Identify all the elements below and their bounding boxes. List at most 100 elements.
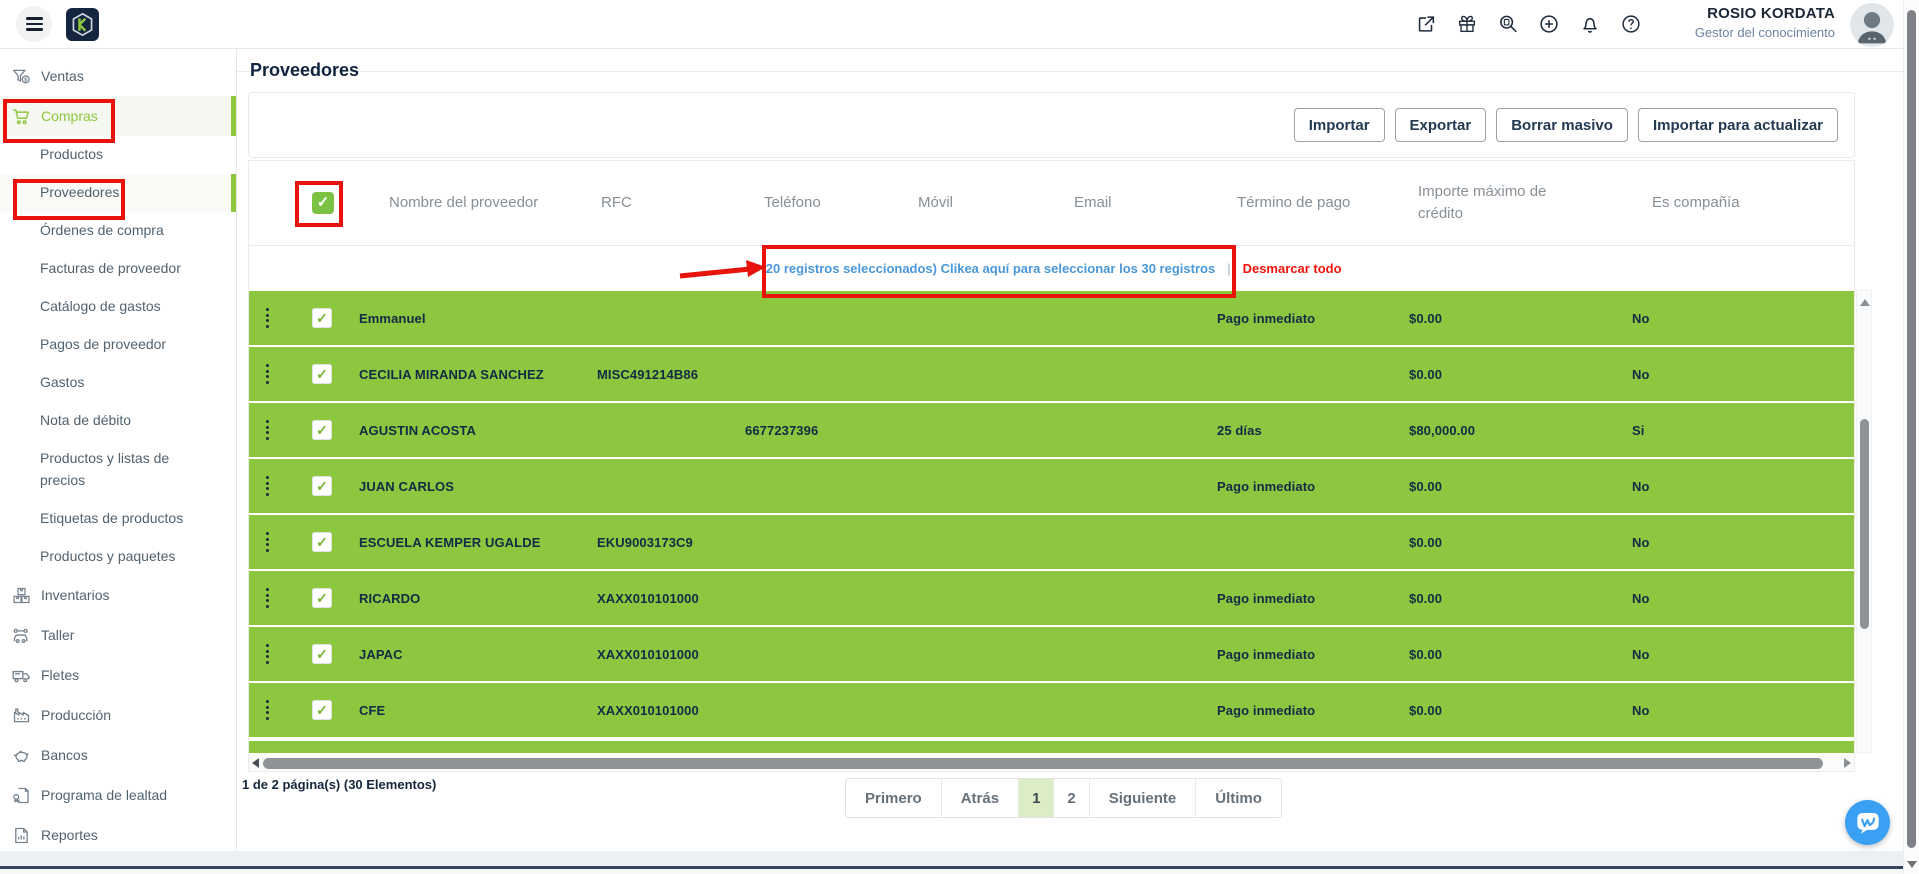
window-scrollbar-thumb[interactable]: [1907, 10, 1916, 848]
row-checkbox[interactable]: ✓: [312, 364, 332, 384]
page-button-siguiente[interactable]: Siguiente: [1090, 779, 1197, 817]
row-menu-icon[interactable]: [266, 364, 274, 384]
vertical-scrollbar-thumb[interactable]: [1860, 419, 1869, 629]
row-checkbox[interactable]: ✓: [312, 588, 332, 608]
sidebar-item-label: Etiquetas de productos: [40, 508, 183, 530]
app-logo-icon[interactable]: [66, 8, 99, 41]
row-menu-icon[interactable]: [266, 588, 274, 608]
cell-compania: No: [1569, 535, 1749, 550]
sidebar-item-produccion[interactable]: Producción: [0, 695, 236, 735]
scroll-right-arrow-icon[interactable]: [1844, 758, 1851, 768]
page-button-1[interactable]: 1: [1019, 779, 1054, 817]
toolbar-button-exportar[interactable]: Exportar: [1395, 108, 1487, 142]
column-header-termino[interactable]: Término de pago: [1179, 192, 1364, 215]
sidebar-item-bancos[interactable]: Bancos: [0, 735, 236, 775]
topbar-icons: [1415, 0, 1642, 48]
search-icon[interactable]: [1497, 13, 1519, 35]
sidebar-item-productos-y-listas-de-precios[interactable]: Productos y listas de precios: [0, 440, 236, 499]
cart-icon: [11, 106, 32, 127]
horizontal-scrollbar[interactable]: [249, 755, 1854, 771]
certificate-icon: [11, 785, 32, 806]
cell-importe: $0.00: [1364, 535, 1569, 550]
sidebar-item-productos[interactable]: Productos: [0, 136, 236, 174]
sidebar-item-compras[interactable]: Compras: [0, 96, 236, 136]
row-checkbox[interactable]: ✓: [312, 420, 332, 440]
sidebar-item-pagos-de-proveedor[interactable]: Pagos de proveedor: [0, 326, 236, 364]
scroll-down-arrow-icon[interactable]: [1907, 861, 1917, 868]
factory-icon: [11, 705, 32, 726]
row-menu-icon[interactable]: [266, 308, 274, 328]
table-vertical-scrollbar[interactable]: [1856, 290, 1872, 753]
sidebar-item-gastos[interactable]: Gastos: [0, 364, 236, 402]
cell-compania: No: [1569, 367, 1749, 382]
topbar: ROSIO KORDATA Gestor del conocimiento: [0, 0, 1919, 49]
row-checkbox[interactable]: ✓: [312, 476, 332, 496]
avatar[interactable]: [1850, 3, 1894, 47]
row-checkbox[interactable]: ✓: [312, 700, 332, 720]
scroll-up-arrow-icon[interactable]: [1860, 299, 1870, 306]
table-row: ✓ Emmanuel Pago inmediato $0.00 No: [249, 291, 1854, 345]
scroll-left-arrow-icon[interactable]: [252, 758, 259, 768]
page-button-ultimo[interactable]: Último: [1196, 779, 1281, 817]
sidebar-item-inventarios[interactable]: Inventarios: [0, 575, 236, 615]
row-menu-icon[interactable]: [266, 644, 274, 664]
row-menu-icon[interactable]: [266, 420, 274, 440]
help-icon[interactable]: [1620, 13, 1642, 35]
cell-termino: Pago inmediato: [1179, 647, 1364, 662]
select-all-records-link[interactable]: (20 registros seleccionados) Clikea aquí…: [761, 261, 1215, 276]
toolbar-button-importar[interactable]: Importar: [1294, 108, 1385, 142]
window-scrollbar[interactable]: [1903, 0, 1919, 874]
external-link-icon[interactable]: [1415, 13, 1437, 35]
column-header-importe[interactable]: Importe máximo de crédito: [1364, 181, 1569, 226]
row-checkbox[interactable]: ✓: [312, 308, 332, 328]
select-all-checkbox[interactable]: ✓: [312, 192, 334, 214]
cell-importe: $0.00: [1364, 311, 1569, 326]
bell-icon[interactable]: [1579, 13, 1601, 35]
piggy-bank-icon: [11, 745, 32, 766]
toolbar-button-importar-para-actualizar[interactable]: Importar para actualizar: [1638, 108, 1838, 142]
sidebar-item-nota-de-debito[interactable]: Nota de débito: [0, 402, 236, 440]
sidebar-item-catalogo-de-gastos[interactable]: Catálogo de gastos: [0, 288, 236, 326]
page-button-2[interactable]: 2: [1054, 779, 1089, 817]
check-icon: ✓: [316, 646, 328, 663]
sidebar-item-label: Proveedores: [40, 182, 119, 204]
check-icon: ✓: [316, 310, 328, 327]
column-header-email[interactable]: Email: [1029, 192, 1179, 215]
cell-nombre: Emmanuel: [354, 311, 579, 326]
sidebar-item-fletes[interactable]: Fletes: [0, 655, 236, 695]
providers-table: ✓ Nombre del proveedor RFC Teléfono Móvi…: [248, 160, 1855, 772]
row-checkbox[interactable]: ✓: [312, 532, 332, 552]
sidebar-item-proveedores[interactable]: Proveedores: [0, 174, 236, 212]
page-button-atras[interactable]: Atrás: [942, 779, 1019, 817]
sidebar-item-reportes[interactable]: Reportes: [0, 815, 236, 851]
sidebar-item-etiquetas-de-productos[interactable]: Etiquetas de productos: [0, 499, 236, 537]
column-header-rfc[interactable]: RFC: [579, 192, 729, 215]
horizontal-scrollbar-thumb[interactable]: [263, 758, 1823, 769]
page-button-primero[interactable]: Primero: [846, 779, 942, 817]
sidebar-item-productos-y-paquetes[interactable]: Productos y paquetes: [0, 537, 236, 575]
sidebar-item-taller[interactable]: Taller: [0, 615, 236, 655]
sidebar-item-label: Productos: [40, 144, 103, 166]
cell-compania: No: [1569, 703, 1749, 718]
row-menu-icon[interactable]: [266, 700, 274, 720]
column-header-telefono[interactable]: Teléfono: [729, 192, 889, 215]
chat-button[interactable]: [1845, 800, 1890, 845]
row-menu-icon[interactable]: [266, 532, 274, 552]
toolbar-button-borrar-masivo[interactable]: Borrar masivo: [1496, 108, 1628, 142]
sidebar-item-label: Compras: [41, 108, 98, 124]
column-header-compania[interactable]: Es compañía: [1569, 192, 1749, 215]
column-header-movil[interactable]: Móvil: [889, 192, 1029, 215]
cell-nombre: JAPAC: [354, 647, 579, 662]
gift-icon[interactable]: [1456, 13, 1478, 35]
plus-icon[interactable]: [1538, 13, 1560, 35]
row-checkbox[interactable]: ✓: [312, 644, 332, 664]
sidebar-item-facturas-de-proveedor[interactable]: Facturas de proveedor: [0, 250, 236, 288]
sidebar-item-ordenes-de-compra[interactable]: Órdenes de compra: [0, 212, 236, 250]
user-block[interactable]: ROSIO KORDATA Gestor del conocimiento: [1695, 5, 1835, 40]
row-menu-icon[interactable]: [266, 476, 274, 496]
deselect-all-link[interactable]: Desmarcar todo: [1243, 261, 1342, 276]
sidebar-item-ventas[interactable]: $Ventas: [0, 56, 236, 96]
sidebar-item-programa-de-lealtad[interactable]: Programa de lealtad: [0, 775, 236, 815]
column-header-nombre[interactable]: Nombre del proveedor: [354, 192, 579, 215]
menu-button[interactable]: [16, 6, 52, 42]
